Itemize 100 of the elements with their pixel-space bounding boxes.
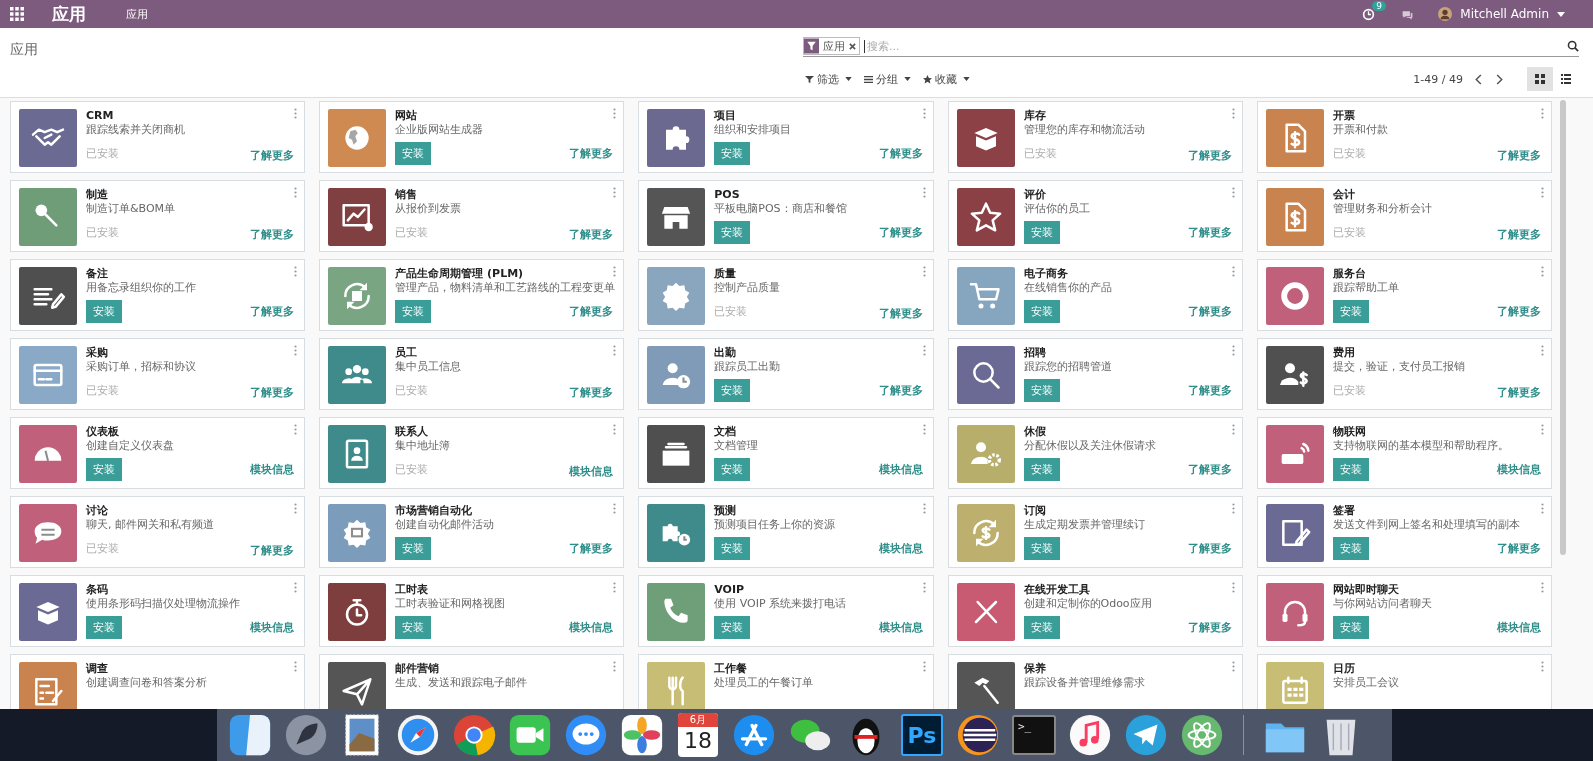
- app-info-link[interactable]: 模块信息: [878, 541, 923, 556]
- video-camera-icon[interactable]: [507, 712, 553, 758]
- more-options-icon[interactable]: [1231, 187, 1235, 198]
- install-button[interactable]: 安装: [395, 142, 432, 165]
- more-options-icon[interactable]: [294, 345, 298, 356]
- search-icon[interactable]: [1567, 40, 1579, 52]
- app-info-link[interactable]: 了解更多: [569, 541, 614, 556]
- install-button[interactable]: 安装: [1023, 458, 1060, 481]
- install-button[interactable]: 安装: [714, 616, 751, 639]
- more-options-icon[interactable]: [922, 108, 926, 119]
- apps-menu-icon[interactable]: [10, 7, 24, 21]
- more-options-icon[interactable]: [922, 187, 926, 198]
- pager-value[interactable]: 1-49 / 49: [1413, 72, 1463, 86]
- more-options-icon[interactable]: [613, 661, 617, 672]
- more-options-icon[interactable]: [613, 582, 617, 593]
- install-button[interactable]: 安装: [714, 142, 751, 165]
- more-options-icon[interactable]: [922, 345, 926, 356]
- more-options-icon[interactable]: [922, 661, 926, 672]
- app-info-link[interactable]: 了解更多: [1497, 148, 1541, 163]
- app-info-link[interactable]: 了解更多: [569, 385, 614, 400]
- app-info-link[interactable]: 了解更多: [1497, 304, 1541, 319]
- install-button[interactable]: 安装: [86, 300, 122, 323]
- ps-tile-icon[interactable]: Ps: [901, 714, 943, 756]
- app-info-link[interactable]: 了解更多: [250, 148, 295, 163]
- scrollbar[interactable]: [1560, 100, 1566, 555]
- menu-item[interactable]: 应用: [126, 6, 148, 22]
- more-options-icon[interactable]: [922, 503, 926, 514]
- more-options-icon[interactable]: [1231, 661, 1235, 672]
- avatar-icon[interactable]: [1438, 7, 1453, 21]
- more-options-icon[interactable]: [294, 108, 298, 119]
- more-options-icon[interactable]: [294, 424, 298, 435]
- install-button[interactable]: 安装: [86, 616, 122, 639]
- more-options-icon[interactable]: [613, 266, 617, 277]
- dropdown-button[interactable]: 分组: [862, 71, 913, 87]
- crossed-lines-icon[interactable]: [731, 712, 777, 758]
- install-button[interactable]: 安装: [1023, 537, 1060, 560]
- more-options-icon[interactable]: [294, 582, 298, 593]
- app-info-link[interactable]: 了解更多: [1187, 304, 1232, 319]
- more-options-icon[interactable]: [1231, 108, 1235, 119]
- app-info-link[interactable]: 了解更多: [1497, 385, 1541, 400]
- atom-icon[interactable]: [1179, 712, 1225, 758]
- more-options-icon[interactable]: [613, 424, 617, 435]
- app-info-link[interactable]: 了解更多: [1187, 541, 1232, 556]
- more-options-icon[interactable]: [1541, 108, 1544, 119]
- more-options-icon[interactable]: [1231, 266, 1235, 277]
- install-button[interactable]: 安装: [714, 537, 751, 560]
- more-options-icon[interactable]: [1231, 503, 1235, 514]
- app-info-link[interactable]: 了解更多: [250, 304, 295, 319]
- app-info-link[interactable]: 模块信息: [569, 464, 614, 479]
- app-info-link[interactable]: 了解更多: [1187, 225, 1232, 240]
- more-options-icon[interactable]: [1541, 345, 1544, 356]
- app-info-link[interactable]: 了解更多: [250, 543, 295, 558]
- install-button[interactable]: 安装: [1332, 458, 1369, 481]
- previous-icon[interactable]: [1475, 73, 1483, 85]
- more-options-icon[interactable]: [1541, 503, 1544, 514]
- user-menu[interactable]: Mitchell Admin: [1460, 7, 1549, 21]
- more-options-icon[interactable]: [922, 266, 926, 277]
- terminal-icon[interactable]: >_: [1012, 715, 1056, 755]
- flower-icon[interactable]: [619, 712, 665, 758]
- install-button[interactable]: 安装: [1332, 616, 1369, 639]
- speech-bubble-icon[interactable]: [563, 712, 609, 758]
- app-info-link[interactable]: 了解更多: [1187, 462, 1232, 477]
- app-info-link[interactable]: 了解更多: [1497, 227, 1541, 242]
- install-button[interactable]: 安装: [1332, 300, 1369, 323]
- more-options-icon[interactable]: [1541, 582, 1544, 593]
- more-options-icon[interactable]: [294, 266, 298, 277]
- more-options-icon[interactable]: [922, 424, 926, 435]
- app-info-link[interactable]: 模块信息: [250, 620, 295, 635]
- app-info-link[interactable]: 了解更多: [1187, 383, 1232, 398]
- app-info-link[interactable]: 模块信息: [1497, 462, 1541, 477]
- app-info-link[interactable]: 了解更多: [1187, 620, 1232, 635]
- app-info-link[interactable]: 了解更多: [250, 227, 295, 242]
- install-button[interactable]: 安装: [1023, 616, 1060, 639]
- app-info-link[interactable]: 模块信息: [878, 620, 923, 635]
- more-options-icon[interactable]: [1541, 424, 1544, 435]
- dropdown-button[interactable]: 筛选: [803, 71, 854, 87]
- install-button[interactable]: 安装: [1023, 221, 1060, 244]
- app-info-link[interactable]: 了解更多: [878, 146, 923, 161]
- install-button[interactable]: 安装: [714, 379, 751, 402]
- paper-plane-icon[interactable]: [1123, 712, 1169, 758]
- kanban-view-button[interactable]: [1527, 67, 1553, 91]
- install-button[interactable]: 安装: [395, 300, 432, 323]
- calendar-icon[interactable]: 6月 18: [678, 713, 718, 757]
- more-options-icon[interactable]: [294, 503, 298, 514]
- next-icon[interactable]: [1495, 73, 1503, 85]
- app-info-link[interactable]: 模块信息: [569, 620, 614, 635]
- app-info-link[interactable]: 了解更多: [1497, 541, 1541, 556]
- search-field[interactable]: 应用 搜索...: [803, 36, 1579, 57]
- more-options-icon[interactable]: [922, 582, 926, 593]
- app-info-link[interactable]: 模块信息: [878, 462, 923, 477]
- more-options-icon[interactable]: [1231, 582, 1235, 593]
- search-facet[interactable]: 应用: [803, 37, 860, 55]
- dropdown-button[interactable]: 收藏: [921, 71, 972, 87]
- app-info-link[interactable]: 了解更多: [1187, 148, 1232, 163]
- app-info-link[interactable]: 了解更多: [250, 385, 295, 400]
- install-button[interactable]: 安装: [1023, 379, 1060, 402]
- more-options-icon[interactable]: [613, 187, 617, 198]
- app-info-link[interactable]: 模块信息: [1497, 620, 1541, 635]
- install-button[interactable]: 安装: [86, 458, 122, 481]
- install-button[interactable]: 安装: [714, 221, 751, 244]
